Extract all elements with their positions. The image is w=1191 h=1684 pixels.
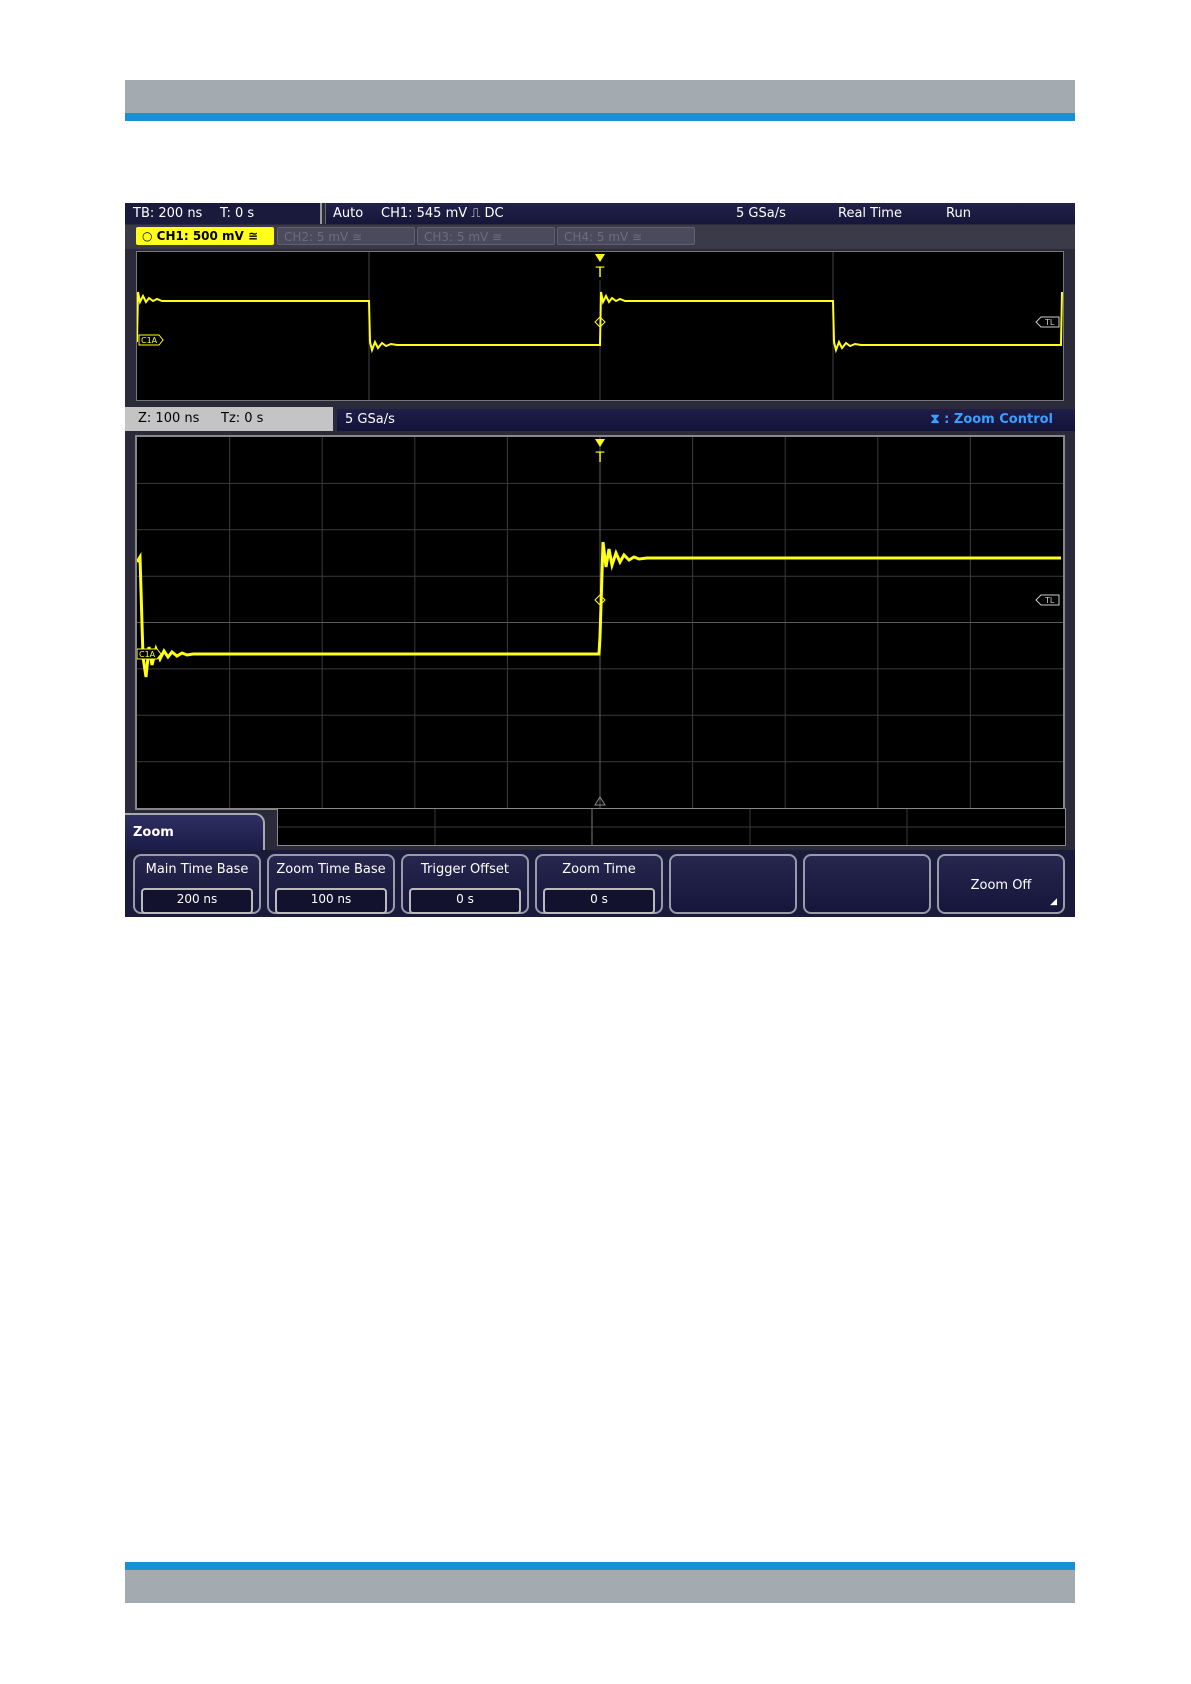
softkey-label: Zoom Time [562, 862, 636, 877]
zoom-waveform-svg: T C1A TL [137, 437, 1063, 808]
trigger-time-readout: T: 0 s [220, 206, 255, 221]
softkey-value: 0 s [543, 888, 655, 914]
trigger-mode[interactable]: Auto [333, 203, 363, 224]
submenu-corner-icon: ◢ [1050, 897, 1057, 907]
page-header-rule [125, 113, 1075, 121]
softkey-bar: Main Time Base 200 ns Zoom Time Base 100… [125, 850, 1075, 917]
main-time-base-softkey[interactable]: Main Time Base 200 ns [133, 854, 261, 914]
overview-waveform-svg: T C1A TL [137, 252, 1063, 400]
lower-grid-strip [277, 808, 1066, 846]
zoom-status: 5 GSa/s ⧗ : Zoom Control [337, 409, 1075, 431]
zoom-trigger-marker: T [595, 450, 605, 466]
zoom-off-softkey[interactable]: Zoom Off ◢ [937, 854, 1065, 914]
softkey-value: 200 ns [141, 888, 253, 914]
zoom-control-icon: ⧗ [930, 412, 940, 427]
zoom-control-label: : Zoom Control [944, 412, 1053, 427]
softkey-label: Zoom Time Base [276, 862, 386, 877]
trigger-arrow-icon [595, 254, 605, 262]
zoom-info-bar: Z: 100 ns Tz: 0 s 5 GSa/s ⧗ : Zoom Contr… [125, 407, 1075, 431]
trigger-offset-softkey[interactable]: Trigger Offset 0 s [401, 854, 529, 914]
zoom-sample-rate: 5 GSa/s [345, 412, 395, 427]
empty-softkey-5[interactable] [669, 854, 797, 914]
channel-marker: C1A [141, 336, 158, 345]
trigger-level-marker: TL [1044, 318, 1055, 327]
zoom-time-softkey[interactable]: Zoom Time 0 s [535, 854, 663, 914]
sample-rate: 5 GSa/s [736, 206, 786, 221]
zoom-control[interactable]: ⧗ : Zoom Control [931, 409, 1054, 431]
page-footer-rule [125, 1562, 1075, 1570]
page-footer-band [125, 1570, 1075, 1603]
zoom-timebase: Z: 100 ns [138, 411, 200, 426]
softkey-label: Main Time Base [145, 862, 249, 877]
zoom-trigger-arrow-icon [595, 439, 605, 447]
channel-tab-row: ○ CH1: 500 mV ≅ CH2: 5 mV ≅ CH3: 5 mV ≅ … [125, 225, 1075, 249]
empty-softkey-6[interactable] [803, 854, 931, 914]
zoom-trigger-level-marker: TL [1044, 596, 1055, 605]
softkey-label: Zoom Off [970, 878, 1032, 893]
trigger-level[interactable]: CH1: 545 mV ⎍ DC [381, 203, 504, 224]
zoom-timebase-box[interactable]: Z: 100 ns Tz: 0 s [125, 407, 333, 431]
oscilloscope-screen: TB: 200 ns T: 0 s Auto CH1: 545 mV ⎍ DC … [125, 203, 1075, 917]
overview-waveform-plot[interactable]: T C1A TL [136, 251, 1064, 401]
softkey-value: 0 s [409, 888, 521, 914]
page-header-band [125, 80, 1075, 113]
timebase-box[interactable]: TB: 200 ns T: 0 s [125, 203, 322, 224]
zoom-waveform-plot[interactable]: T C1A TL [135, 435, 1065, 810]
acquisition-mode[interactable]: Real Time [838, 203, 902, 224]
channel-tab-ch1[interactable]: ○ CH1: 500 mV ≅ [136, 227, 274, 245]
channel-tab-ch2[interactable]: CH2: 5 mV ≅ [277, 227, 415, 245]
zoom-time-base-softkey[interactable]: Zoom Time Base 100 ns [267, 854, 395, 914]
trigger-marker: T [595, 265, 605, 281]
timebase-readout: TB: 200 ns [133, 206, 203, 221]
channel-tab-ch4[interactable]: CH4: 5 mV ≅ [557, 227, 695, 245]
softkey-label: Trigger Offset [420, 862, 510, 877]
lower-grid-svg [278, 809, 1065, 845]
zoom-trace [137, 541, 1061, 678]
softkey-value: 100 ns [275, 888, 387, 914]
status-bar: Auto CH1: 545 mV ⎍ DC 5 GSa/s Real Time … [325, 203, 1075, 224]
channel-tab-ch3[interactable]: CH3: 5 mV ≅ [417, 227, 555, 245]
run-state[interactable]: Run [946, 203, 971, 224]
zoom-channel-marker: C1A [139, 650, 156, 659]
zoom-time: Tz: 0 s [221, 411, 264, 426]
menu-title-tab: Zoom [125, 813, 265, 851]
